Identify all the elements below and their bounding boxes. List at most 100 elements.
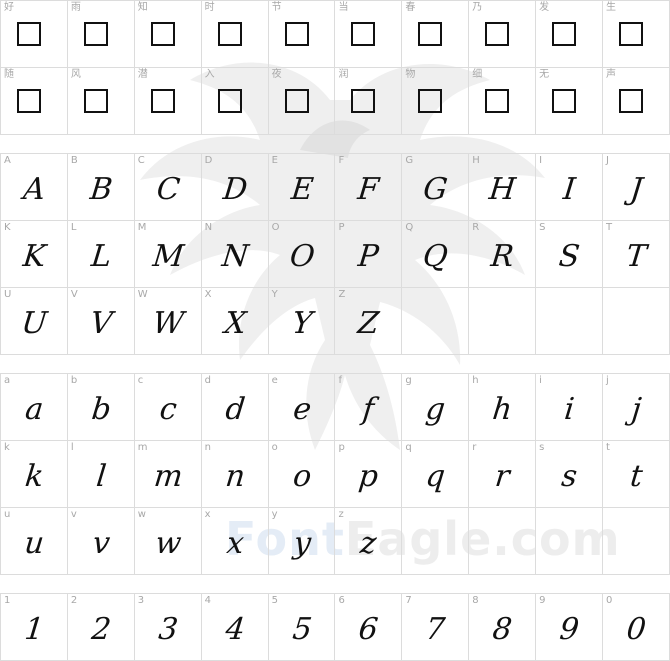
glyph-cell: 雨 xyxy=(66,0,135,68)
glyph-sample: 3 xyxy=(156,612,180,647)
glyph-cell: II xyxy=(535,153,604,221)
missing-glyph-icon xyxy=(217,89,242,113)
glyph-cell: SS xyxy=(535,220,604,288)
missing-glyph-icon xyxy=(17,89,41,113)
glyph-cell-label: 节 xyxy=(271,2,282,13)
glyph-cell: BB xyxy=(66,153,135,221)
glyph-row: uuvvwwxxyyzz xyxy=(0,507,670,575)
glyph-cell-label: 无 xyxy=(539,69,550,80)
glyph-row: aabbccddeeffgghhiijj xyxy=(0,373,670,441)
glyph-cell: 潜 xyxy=(133,67,202,135)
empty-cell xyxy=(468,507,537,575)
glyph-sample: 4 xyxy=(223,612,247,647)
glyph-cell: DD xyxy=(200,153,269,221)
glyph-cell: 物 xyxy=(401,67,470,135)
empty-cell xyxy=(602,507,670,575)
glyph-sample: P xyxy=(356,239,381,274)
glyph-sample: 2 xyxy=(89,612,113,647)
missing-glyph-icon xyxy=(485,22,510,46)
glyph-cell: uu xyxy=(0,507,68,575)
glyph-sample: x xyxy=(224,526,246,561)
glyph-cell: VV xyxy=(66,287,135,355)
glyph-cell-label: 雨 xyxy=(70,2,81,13)
glyph-cell-label: 潜 xyxy=(137,69,148,80)
glyph-cell: CC xyxy=(133,153,202,221)
missing-glyph-icon xyxy=(284,22,309,46)
glyph-cell: RR xyxy=(468,220,537,288)
glyph-cell: FF xyxy=(334,153,403,221)
glyph-cell-label: 入 xyxy=(204,69,215,80)
glyph-row: 11223344556677889900 xyxy=(0,593,670,661)
glyph-cell: ZZ xyxy=(334,287,403,355)
glyph-cell: AA xyxy=(0,153,68,221)
glyph-cell: 生 xyxy=(602,0,670,68)
glyph-sample: B xyxy=(88,172,115,207)
glyph-cell-label: 好 xyxy=(4,2,14,13)
glyph-sample: s xyxy=(559,459,579,494)
glyph-sample: T xyxy=(624,239,649,274)
glyph-sample: Y xyxy=(290,306,314,341)
glyph-sample: 9 xyxy=(558,612,581,647)
glyph-sample: R xyxy=(489,239,516,274)
glyph-sample: y xyxy=(291,526,313,561)
glyph-cell: mm xyxy=(133,440,202,508)
glyph-sample: N xyxy=(220,239,250,274)
digit-glyph-grid: 11223344556677889900 xyxy=(0,593,670,661)
glyph-cell: vv xyxy=(66,507,135,575)
glyph-cell: ss xyxy=(535,440,604,508)
missing-glyph-icon xyxy=(418,89,443,113)
glyph-cell: TT xyxy=(602,220,670,288)
glyph-cell: 88 xyxy=(468,593,537,661)
glyph-cell: HH xyxy=(468,153,537,221)
glyph-sample: v xyxy=(90,526,112,561)
glyph-cell: 时 xyxy=(200,0,269,68)
glyph-sample: V xyxy=(88,306,114,341)
glyph-sample: n xyxy=(223,459,247,494)
glyph-sample: L xyxy=(89,239,114,274)
glyph-sample: F xyxy=(356,172,382,207)
glyph-sample: 5 xyxy=(290,612,314,647)
glyph-sample: C xyxy=(154,172,182,207)
glyph-cell: 44 xyxy=(200,593,269,661)
glyph-cell: 好 xyxy=(0,0,68,68)
glyph-cell: xx xyxy=(200,507,269,575)
glyph-cell: 随 xyxy=(0,67,68,135)
glyph-sample: a xyxy=(23,392,46,427)
glyph-cell: bb xyxy=(66,373,135,441)
glyph-sample: 0 xyxy=(624,612,648,647)
glyph-cell: nn xyxy=(200,440,269,508)
glyph-sample: p xyxy=(357,459,381,494)
glyph-cell: LL xyxy=(66,220,135,288)
glyph-cell: oo xyxy=(267,440,336,508)
glyph-cell-label: 知 xyxy=(137,2,148,13)
glyph-cell: ww xyxy=(133,507,202,575)
glyph-cell: 润 xyxy=(334,67,403,135)
glyph-cell: 细 xyxy=(468,67,537,135)
glyph-cell: NN xyxy=(200,220,269,288)
glyph-cell: 节 xyxy=(267,0,336,68)
glyph-sample: u xyxy=(22,526,46,561)
missing-glyph-icon xyxy=(150,22,175,46)
glyph-cell: 66 xyxy=(334,593,403,661)
glyph-cell: zz xyxy=(334,507,403,575)
glyph-cell: 无 xyxy=(535,67,604,135)
missing-glyph-icon xyxy=(351,89,376,113)
glyph-cell: 11 xyxy=(0,593,68,661)
glyph-cell: ee xyxy=(267,373,336,441)
glyph-cell: gg xyxy=(401,373,470,441)
glyph-cell-label: 风 xyxy=(70,69,81,80)
glyph-sample: 6 xyxy=(357,612,381,647)
glyph-sample: i xyxy=(562,392,577,427)
glyph-cell: 55 xyxy=(267,593,336,661)
glyph-cell: ll xyxy=(66,440,135,508)
glyph-cell: 77 xyxy=(401,593,470,661)
glyph-cell: 入 xyxy=(200,67,269,135)
glyph-cell: 00 xyxy=(602,593,670,661)
glyph-cell: GG xyxy=(401,153,470,221)
glyph-sample: K xyxy=(21,239,48,274)
missing-glyph-icon xyxy=(552,22,577,46)
glyph-cell: WW xyxy=(133,287,202,355)
glyph-sample: o xyxy=(290,459,313,494)
glyph-cell-label: 当 xyxy=(338,2,349,13)
empty-cell xyxy=(401,507,470,575)
